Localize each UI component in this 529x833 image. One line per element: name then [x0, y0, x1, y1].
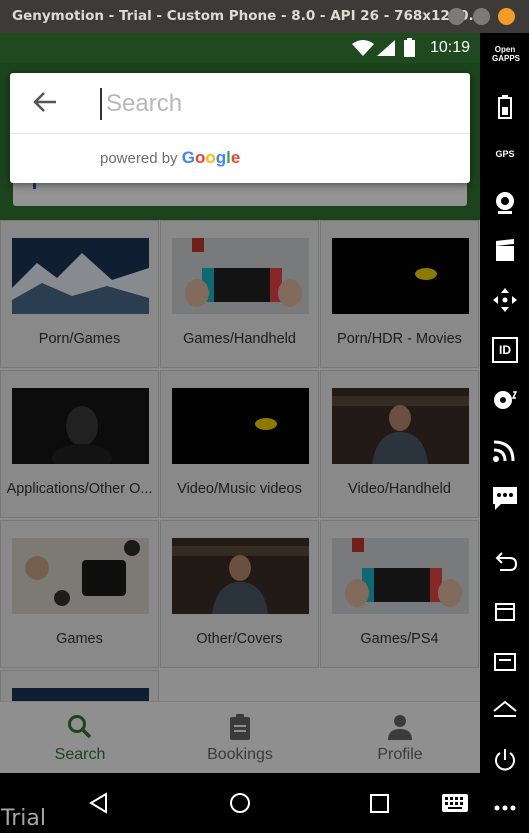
window-title: Genymotion - Trial - Custom Phone - 8.0 … [12, 8, 484, 24]
nav-back-icon[interactable] [88, 792, 110, 814]
search-input[interactable] [106, 85, 456, 123]
gapps-label: Open GAPPS [492, 45, 521, 63]
keyboard-icon[interactable] [442, 794, 468, 812]
google-logo-letter: o [205, 148, 216, 167]
id-label: ID [499, 343, 511, 357]
google-logo-letter: g [215, 148, 227, 167]
wifi-icon [352, 40, 374, 56]
text-cursor [100, 88, 102, 120]
battery-status-icon [404, 38, 415, 57]
maximize-button[interactable] [473, 8, 490, 25]
back-icon[interactable] [492, 549, 518, 575]
menu-icon[interactable] [492, 649, 518, 675]
camera-icon[interactable] [492, 189, 518, 215]
home-icon[interactable] [492, 697, 518, 723]
powered-by-google: powered by Google [100, 148, 240, 168]
google-logo-letter: o [194, 148, 206, 167]
dpad-icon[interactable] [492, 287, 518, 313]
nav-home-icon[interactable] [229, 792, 251, 814]
open-gapps-icon[interactable]: Open GAPPS [492, 45, 521, 71]
back-arrow-icon[interactable] [32, 89, 58, 115]
divider [10, 133, 470, 134]
media-icon[interactable] [492, 387, 518, 413]
search-panel: powered by Google [10, 73, 470, 183]
recent-apps-icon[interactable] [492, 599, 518, 625]
status-time: 10:19 [429, 39, 470, 56]
powered-by-text: powered by [100, 150, 178, 167]
status-bar: 10:19 [0, 33, 480, 63]
google-logo-letter: e [230, 148, 241, 167]
close-button[interactable] [498, 8, 515, 25]
gps-label: GPS [495, 149, 515, 159]
battery-icon[interactable] [492, 93, 518, 119]
power-icon[interactable] [492, 747, 518, 773]
cast-icon[interactable] [492, 437, 518, 463]
google-logo-letter: G [181, 148, 195, 167]
capture-icon[interactable] [492, 237, 518, 263]
emulator-toolbar: Open GAPPS GPS ID [480, 33, 529, 833]
google-logo: Google [182, 148, 241, 167]
phone-screen: 10:19 Find a service Porn/GamesGames/Han… [0, 33, 480, 773]
chat-icon[interactable] [492, 485, 518, 511]
more-icon[interactable] [492, 795, 518, 821]
trial-watermark: Trial [1, 806, 46, 831]
gps-icon[interactable]: GPS [492, 141, 518, 167]
nav-recents-icon[interactable] [370, 794, 389, 813]
window-titlebar: Genymotion - Trial - Custom Phone - 8.0 … [0, 0, 529, 33]
android-nav-bar [0, 773, 480, 833]
identifiers-icon[interactable]: ID [492, 337, 518, 363]
minimize-button[interactable] [448, 8, 465, 25]
signal-icon [377, 40, 395, 56]
